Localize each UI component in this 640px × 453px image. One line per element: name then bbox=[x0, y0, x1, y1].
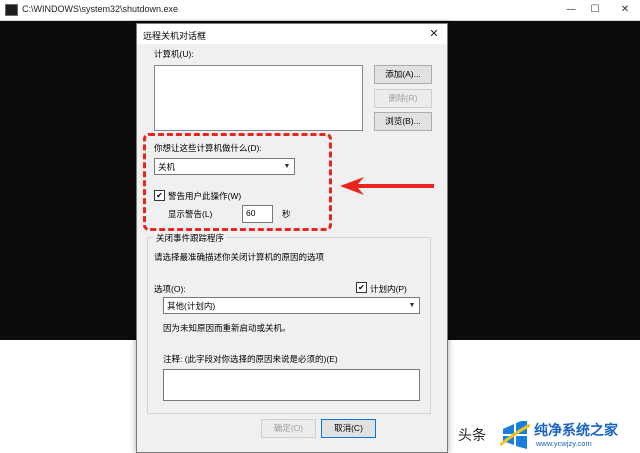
annotation-highlight-box bbox=[143, 133, 332, 231]
console-titlebar: C:\WINDOWS\system32\shutdown.exe — ☐ ✕ bbox=[0, 0, 640, 21]
annotation-arrow-icon bbox=[340, 177, 434, 195]
console-title: C:\WINDOWS\system32\shutdown.exe bbox=[22, 4, 179, 14]
watermark-url: www.ycwjzy.com bbox=[536, 439, 592, 448]
cancel-button[interactable]: 取消(C) bbox=[321, 419, 376, 438]
event-tracker-legend: 关闭事件跟踪程序 bbox=[154, 232, 227, 244]
dialog-close-icon[interactable]: ✕ bbox=[425, 25, 443, 43]
event-tracker-group: 关闭事件跟踪程序 请选择最准确描述你关闭计算机的原因的选项 选项(O): ✔ 计… bbox=[147, 232, 431, 414]
planned-label: 计划内(P) bbox=[370, 284, 407, 294]
options-label: 选项(O): bbox=[154, 284, 186, 294]
reason-select-value: 其他(计划内) bbox=[167, 301, 216, 311]
brand-logo-icon bbox=[500, 421, 530, 449]
reason-select[interactable]: 其他(计划内) ▼ bbox=[163, 297, 420, 314]
planned-checkbox[interactable]: ✔ bbox=[356, 282, 367, 293]
chevron-down-icon: ▼ bbox=[408, 302, 416, 309]
add-button[interactable]: 添加(A)... bbox=[374, 65, 432, 84]
computers-label: 计算机(U): bbox=[154, 49, 194, 59]
reason-description: 因为未知原因而重新启动或关机。 bbox=[163, 323, 291, 333]
delete-button[interactable]: 删除(R) bbox=[374, 89, 432, 108]
tracker-instruction: 请选择最准确描述你关闭计算机的原因的选项 bbox=[154, 252, 325, 262]
comment-textarea[interactable] bbox=[163, 369, 420, 401]
computers-listbox[interactable] bbox=[154, 65, 363, 131]
close-icon[interactable]: ✕ bbox=[602, 0, 640, 20]
browse-button[interactable]: 浏览(B)... bbox=[374, 112, 432, 131]
watermark-brand: 纯净系统之家 bbox=[534, 423, 618, 439]
remote-shutdown-dialog: 远程关机对话框 ✕ 计算机(U): 添加(A)... 删除(R) 浏览(B)..… bbox=[136, 23, 448, 453]
dialog-titlebar: 远程关机对话框 ✕ bbox=[137, 24, 447, 44]
comment-label: 注释: (此字段对你选择的原因来说是必须的)(E) bbox=[163, 354, 338, 364]
console-app-icon bbox=[5, 4, 18, 16]
watermark-left-text: 头条 bbox=[458, 428, 486, 444]
ok-button[interactable]: 确定(O) bbox=[261, 419, 316, 438]
watermark: 头条 纯净系统之家 www.ycwjzy.com bbox=[458, 421, 638, 451]
dialog-title: 远程关机对话框 bbox=[143, 31, 207, 41]
